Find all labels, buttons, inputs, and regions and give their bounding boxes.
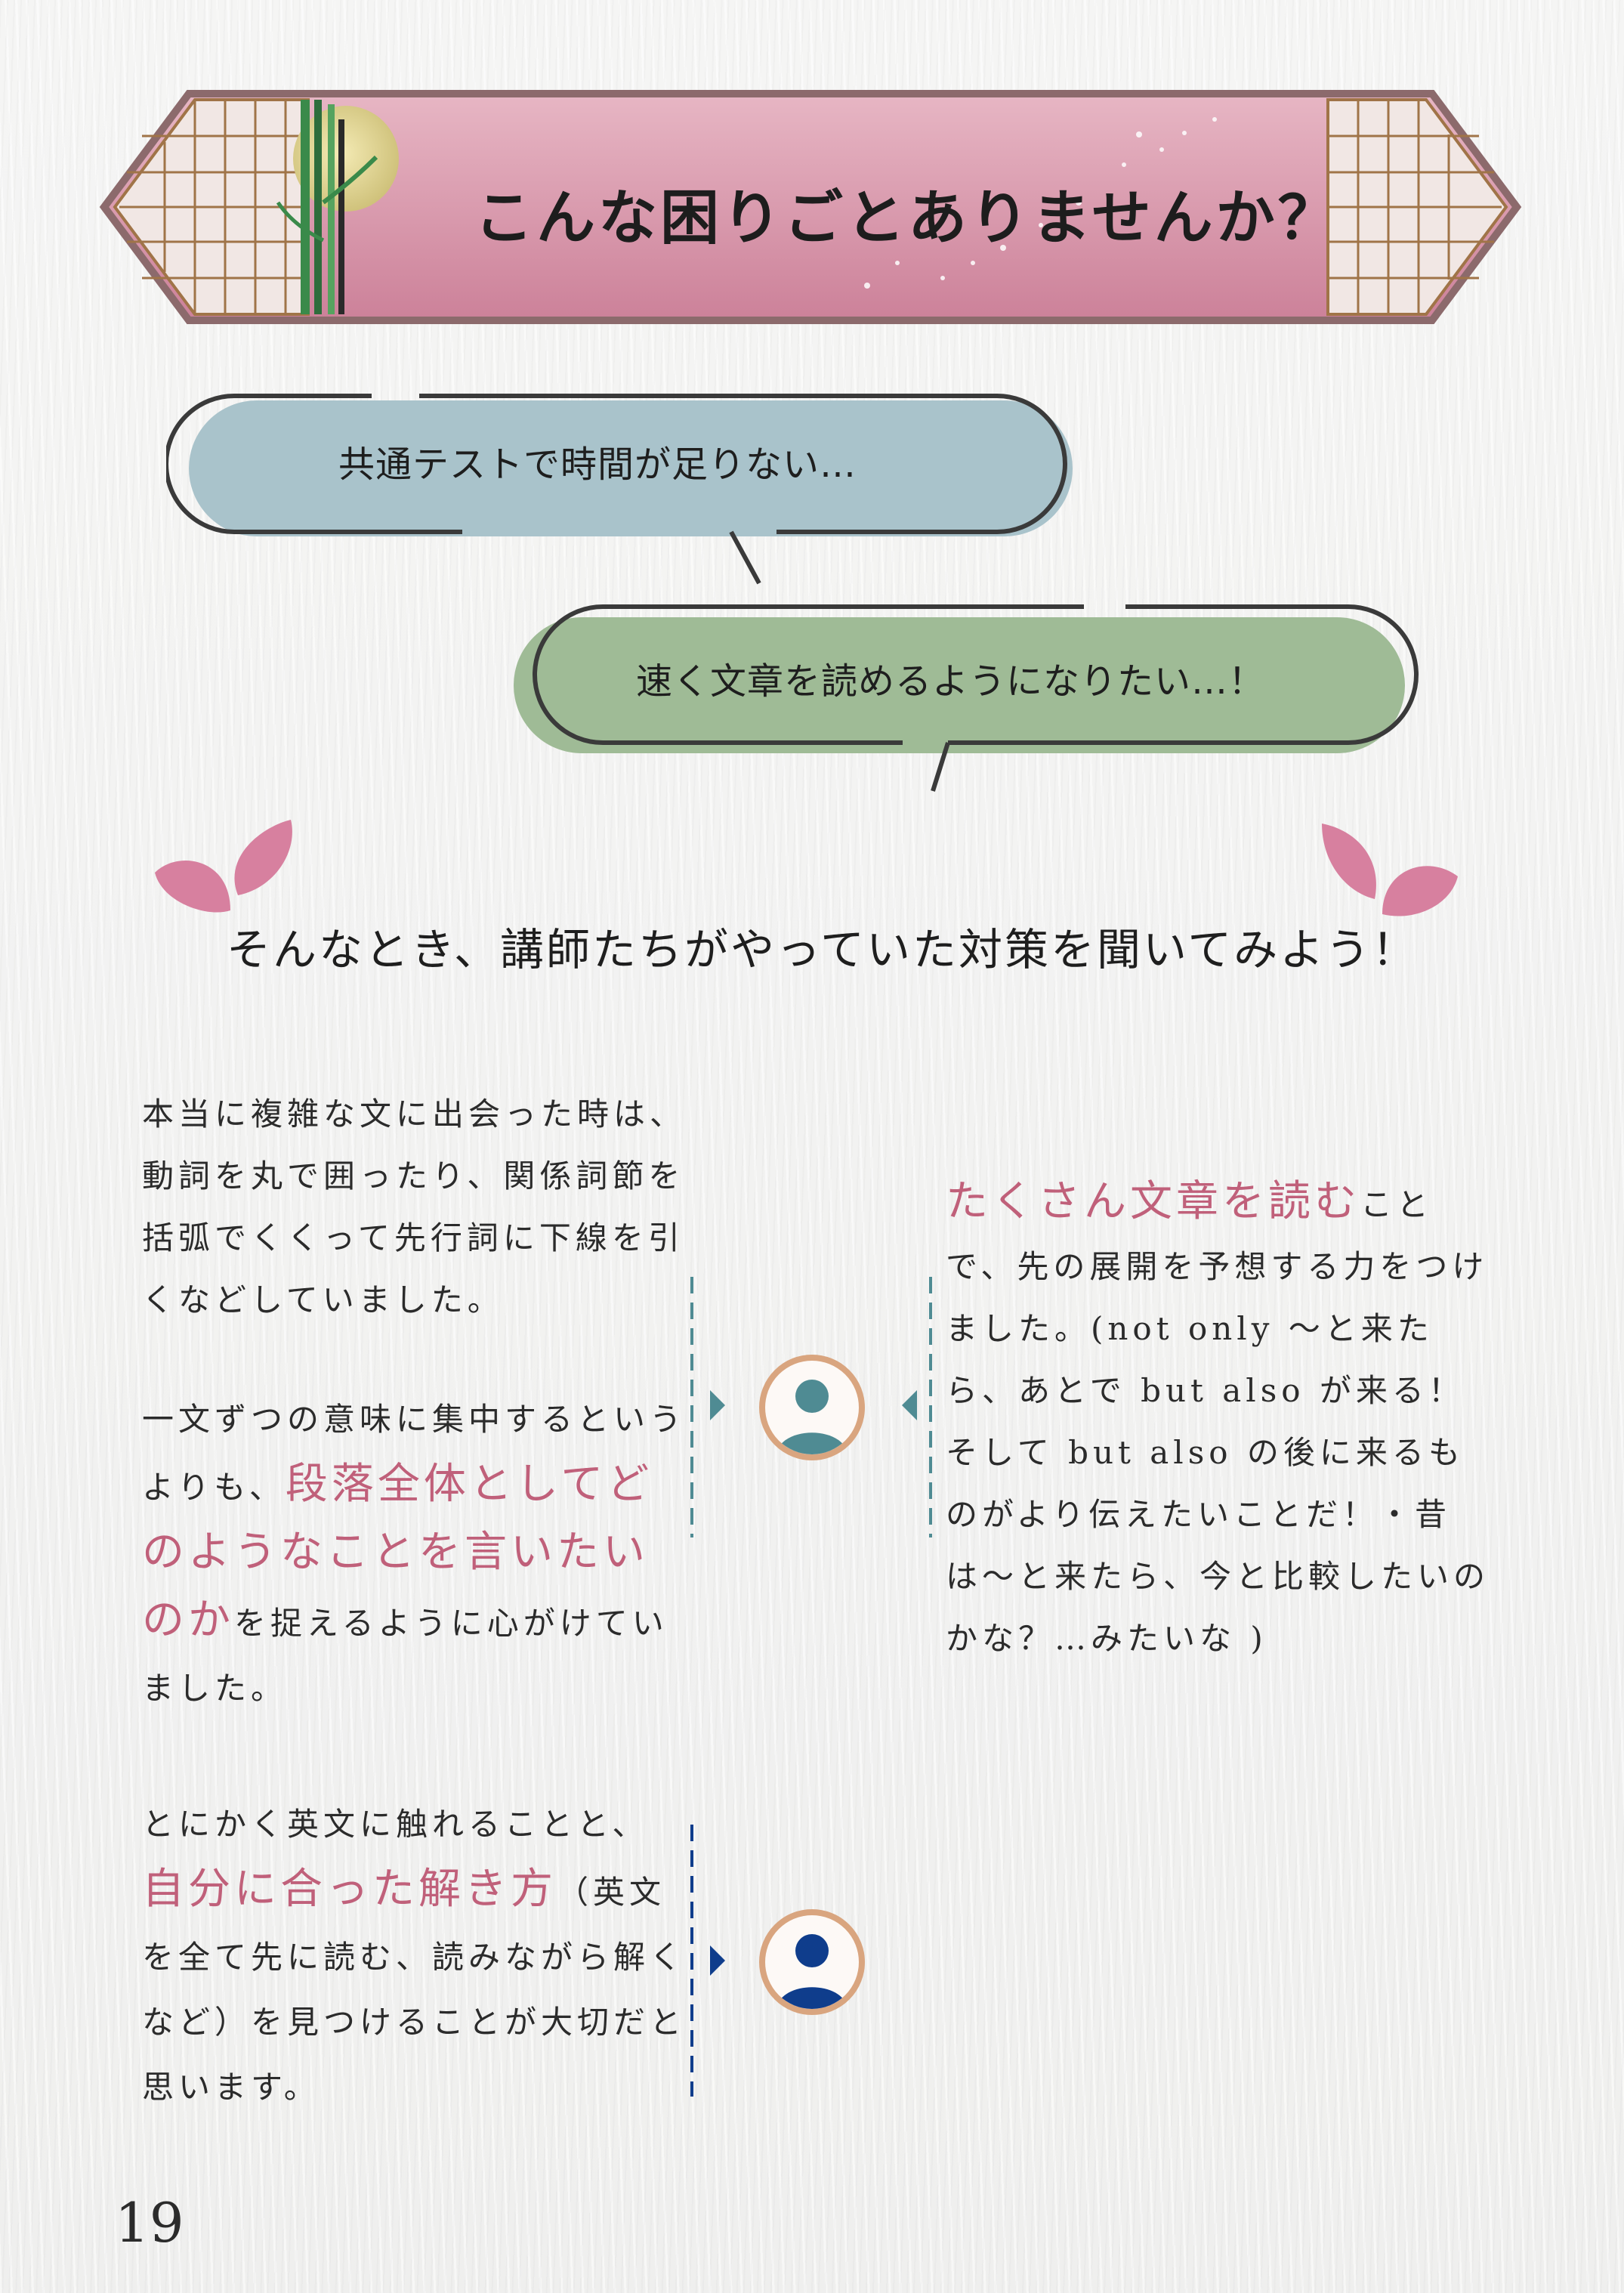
speech-bubble-blue bbox=[166, 394, 1073, 585]
advice-text-4-intro: とにかく英文に触れることと、 bbox=[142, 1806, 649, 1843]
advice-text-2: 一文ずつの意味に集中するというよりも、段落全体としてどのようなことを言いたいのか… bbox=[142, 1387, 686, 1721]
advice-text-3-rest: ことで、先の展開を予想する力をつけました。(not only 〜と来たら、あとで… bbox=[946, 1186, 1490, 1657]
petal-left-icon bbox=[155, 820, 292, 913]
section-heading: そんなとき、講師たちがやっていた対策を聞いてみよう！ bbox=[227, 924, 1419, 975]
highlight-own-method: 自分に合った解き方 bbox=[142, 1865, 557, 1914]
teacher-avatar-navy-connector bbox=[690, 1825, 725, 2097]
advice-text-1: 本当に複雑な文に出会った時は、動詞を丸で囲ったり、関係詞節を括弧でくくって先行詞… bbox=[142, 1096, 687, 1318]
teacher-avatar-navy-icon bbox=[759, 1909, 865, 2015]
bubble-text-read-fast: 速く文章を読めるようになりたい…！ bbox=[636, 660, 1266, 703]
advice-text-3: たくさん文章を読むことで、先の展開を予想する力をつけました。(not only … bbox=[946, 1171, 1497, 1670]
highlight-read-many: たくさん文章を読む bbox=[946, 1177, 1360, 1226]
petal-right-icon bbox=[1322, 824, 1458, 916]
bubble-text-time: 共通テストで時間が足りない… bbox=[338, 443, 857, 486]
teacher-avatar-teal-icon bbox=[759, 1355, 865, 1460]
advice-text-4: とにかく英文に触れることと、自分に合った解き方（英文を全て先に読む、読みながら解… bbox=[142, 1792, 693, 2120]
page-number: 19 bbox=[115, 2191, 184, 2254]
banner-title: こんな困りごとありませんか？ bbox=[474, 184, 1340, 252]
title-banner: こんな困りごとありませんか？ bbox=[97, 89, 1524, 325]
